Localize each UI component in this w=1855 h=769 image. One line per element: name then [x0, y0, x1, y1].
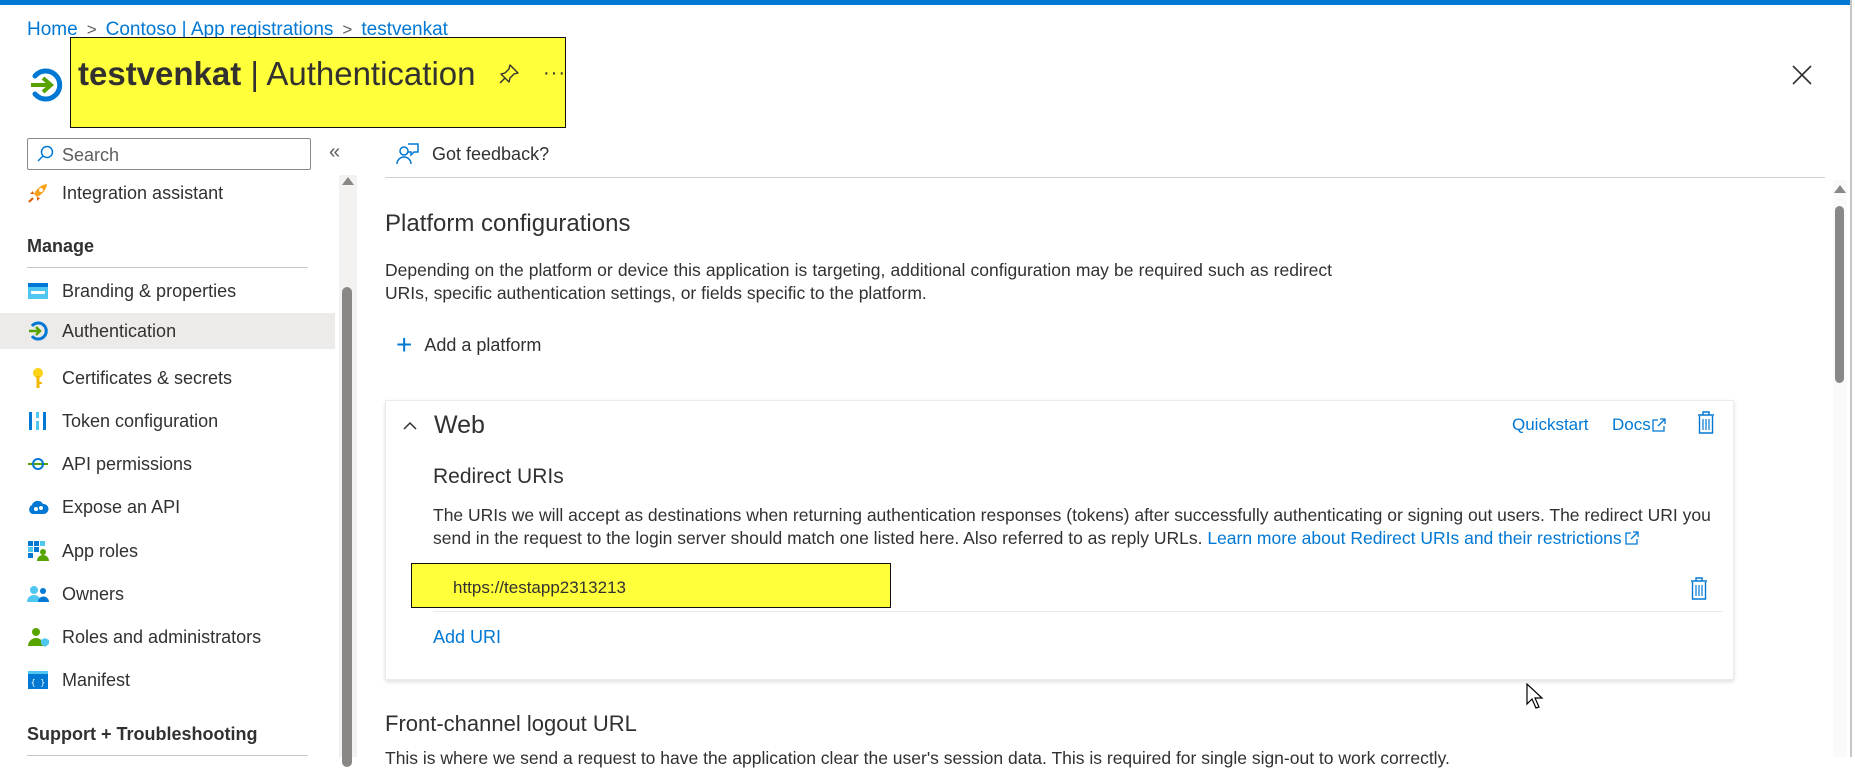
sidebar-item-integration-assistant[interactable]: Integration assistant [0, 175, 335, 211]
sidebar-item-expose-api[interactable]: Expose an API [0, 489, 335, 525]
chevron-up-icon[interactable] [402, 418, 418, 434]
sidebar-item-api-permissions[interactable]: API permissions [0, 446, 335, 482]
platform-configurations-heading: Platform configurations [385, 210, 631, 237]
sidebar-search[interactable] [27, 138, 311, 170]
scrollbar-thumb[interactable] [342, 287, 352, 767]
sidebar-item-label: Branding & properties [62, 280, 237, 301]
pin-icon[interactable] [498, 63, 520, 85]
scrollbar-thumb[interactable] [1835, 206, 1844, 383]
collapse-sidebar-icon[interactable]: « [329, 141, 340, 164]
close-icon[interactable] [1790, 63, 1814, 87]
authentication-icon [27, 320, 49, 342]
add-uri-link[interactable]: Add URI [433, 627, 501, 648]
branding-icon [27, 280, 49, 302]
quickstart-link[interactable]: Quickstart [1512, 415, 1589, 435]
owners-icon [27, 583, 49, 605]
app-roles-icon [27, 540, 49, 562]
sidebar-scrollbar[interactable] [339, 175, 357, 767]
token-icon [27, 410, 49, 432]
feedback-button[interactable]: Got feedback? [396, 142, 549, 166]
plus-icon: + [396, 329, 413, 360]
api-permissions-icon [27, 453, 49, 475]
support-divider [27, 755, 308, 756]
roles-admin-icon [27, 626, 49, 648]
scroll-up-arrow-icon[interactable] [1834, 185, 1846, 193]
sidebar-item-label: Integration assistant [62, 182, 224, 203]
sidebar-item-roles-admins[interactable]: Roles and administrators [0, 619, 335, 655]
sidebar-item-label: Roles and administrators [62, 626, 262, 647]
sidebar-item-label: Certificates & secrets [62, 367, 233, 388]
add-platform-button[interactable]: + Add a platform [396, 331, 541, 359]
sidebar-item-branding[interactable]: Branding & properties [0, 273, 335, 309]
docs-label: Docs [1612, 415, 1651, 434]
docs-link[interactable]: Docs [1612, 415, 1667, 435]
manage-divider [27, 267, 308, 268]
external-link-icon [1652, 418, 1666, 432]
sidebar-item-label: Authentication [62, 320, 177, 341]
redirect-uri-field[interactable]: https://testapp2313213 [453, 578, 626, 598]
portal-top-bar [0, 0, 1850, 5]
sidebar-item-label: Manifest [62, 669, 131, 690]
front-channel-logout-heading: Front-channel logout URL [385, 711, 637, 736]
sidebar-item-app-roles[interactable]: App roles [0, 533, 335, 569]
add-platform-label: Add a platform [424, 334, 542, 355]
sidebar-item-label: API permissions [62, 453, 193, 474]
mouse-cursor-icon [1526, 683, 1544, 709]
redirect-uris-heading: Redirect URIs [433, 465, 564, 488]
delete-uri-icon[interactable] [1690, 577, 1708, 600]
front-channel-logout-description: This is where we send a request to have … [385, 748, 1450, 768]
search-input[interactable] [60, 141, 304, 169]
sidebar-item-label: App roles [62, 540, 139, 561]
sidebar-item-label: Owners [62, 583, 125, 604]
manifest-icon: { } [27, 669, 49, 691]
sidebar-item-label: Expose an API [62, 496, 181, 517]
main-scrollbar[interactable] [1833, 180, 1847, 757]
scroll-up-arrow-icon[interactable] [342, 177, 354, 185]
delete-platform-icon[interactable] [1697, 411, 1715, 434]
platform-configurations-description: Depending on the platform or device this… [385, 260, 1332, 303]
window-edge [1850, 0, 1852, 757]
web-platform-title: Web [434, 411, 485, 439]
cloud-api-icon [27, 496, 49, 518]
sidebar-item-authentication[interactable]: Authentication [0, 313, 335, 349]
sidebar-item-manifest[interactable]: { } Manifest [0, 662, 335, 698]
command-bar-divider [385, 177, 1825, 178]
authentication-logo-icon [31, 68, 63, 102]
uri-row-divider [433, 611, 1723, 612]
manage-heading: Manage [27, 236, 95, 256]
page-title: testvenkat | Authentication [78, 55, 476, 92]
support-heading: Support + Troubleshooting [27, 724, 258, 744]
redirect-uris-learn-more-link[interactable]: Learn more about Redirect URIs and their… [1207, 528, 1621, 548]
sidebar-item-token-configuration[interactable]: Token configuration [0, 403, 335, 439]
key-icon [27, 367, 49, 389]
external-link-icon [1625, 531, 1639, 545]
more-options-icon[interactable]: ··· [543, 62, 566, 85]
redirect-uris-description: The URIs we will accept as destinations … [433, 505, 1711, 548]
feedback-icon [396, 143, 419, 165]
sidebar-item-owners[interactable]: Owners [0, 576, 335, 612]
search-icon [37, 145, 54, 162]
sidebar-item-label: Token configuration [62, 410, 219, 431]
svg-text:{ }: { } [31, 678, 45, 687]
rocket-icon [27, 182, 49, 204]
feedback-label: Got feedback? [432, 143, 550, 164]
sidebar-item-certificates[interactable]: Certificates & secrets [0, 360, 335, 396]
